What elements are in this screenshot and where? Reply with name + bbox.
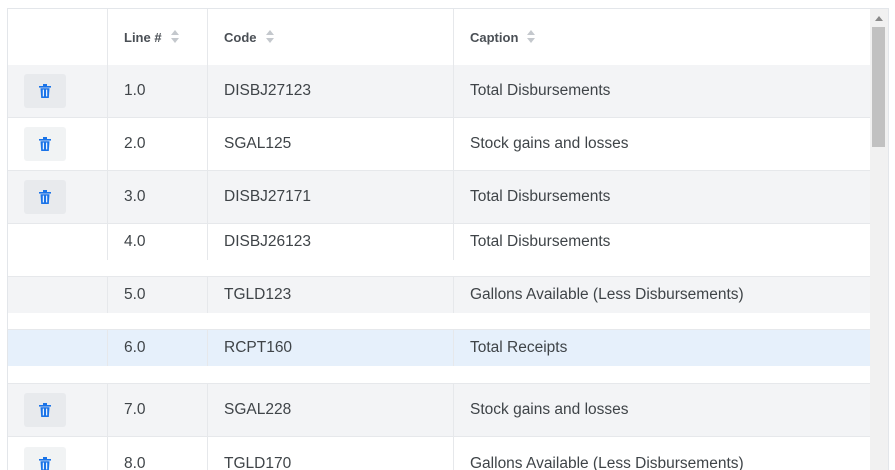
data-grid: Line # Code Caption 1.0 DIS — [7, 8, 889, 470]
code-cell: DISBJ26123 — [207, 224, 453, 260]
trash-icon — [39, 403, 51, 417]
grid-scroll-area: Line # Code Caption 1.0 DIS — [8, 9, 870, 470]
sort-icon[interactable] — [170, 29, 180, 45]
code-cell: RCPT160 — [207, 330, 453, 366]
line-number-cell: 7.0 — [107, 384, 207, 436]
caption-cell: Total Disbursements — [453, 65, 870, 117]
line-number-cell: 1.0 — [107, 65, 207, 117]
trash-icon — [39, 137, 51, 151]
row-actions-cell — [8, 65, 107, 117]
delete-button[interactable] — [24, 447, 66, 470]
header-code-label: Code — [224, 30, 257, 45]
caption-cell: Total Disbursements — [453, 171, 870, 223]
line-number-cell: 8.0 — [107, 437, 207, 470]
row-actions-cell — [8, 384, 107, 436]
sort-icon[interactable] — [265, 29, 275, 45]
row-actions-cell — [8, 277, 107, 313]
header-line-number[interactable]: Line # — [107, 9, 207, 65]
table-row[interactable]: 3.0 DISBJ27171 Total Disbursements — [8, 171, 870, 224]
row-actions-cell — [8, 224, 107, 260]
trash-icon — [39, 457, 51, 470]
header-actions — [8, 9, 107, 65]
delete-button[interactable] — [24, 74, 66, 108]
code-cell: DISBJ27171 — [207, 171, 453, 223]
table-row[interactable]: 8.0 TGLD170 Gallons Available (Less Disb… — [8, 437, 870, 470]
caption-cell: Stock gains and losses — [453, 118, 870, 170]
table-row[interactable]: 6.0 RCPT160 Total Receipts — [8, 330, 870, 366]
code-cell: TGLD170 — [207, 437, 453, 470]
code-cell: TGLD123 — [207, 277, 453, 313]
line-number-cell: 5.0 — [107, 277, 207, 313]
header-code[interactable]: Code — [207, 9, 453, 65]
line-number-cell: 3.0 — [107, 171, 207, 223]
header-line-number-label: Line # — [124, 30, 162, 45]
row-actions-cell — [8, 330, 107, 366]
caption-cell: Gallons Available (Less Disbursements) — [453, 437, 870, 470]
caption-cell: Stock gains and losses — [453, 384, 870, 436]
code-cell: DISBJ27123 — [207, 65, 453, 117]
row-actions-cell — [8, 437, 107, 470]
table-row[interactable]: 4.0 DISBJ26123 Total Disbursements — [8, 224, 870, 260]
trash-icon — [39, 190, 51, 204]
delete-button[interactable] — [24, 180, 66, 214]
caption-cell: Total Disbursements — [453, 224, 870, 260]
code-cell: SGAL125 — [207, 118, 453, 170]
delete-button[interactable] — [24, 127, 66, 161]
scroll-up-arrow-icon[interactable] — [875, 16, 883, 21]
caption-cell: Gallons Available (Less Disbursements) — [453, 277, 870, 313]
table-row[interactable]: 1.0 DISBJ27123 Total Disbursements — [8, 65, 870, 118]
scrollbar-thumb[interactable] — [872, 27, 885, 147]
table-row[interactable]: 5.0 TGLD123 Gallons Available (Less Disb… — [8, 277, 870, 313]
row-actions-cell — [8, 118, 107, 170]
line-number-cell: 6.0 — [107, 330, 207, 366]
line-number-cell: 4.0 — [107, 224, 207, 260]
grid-header: Line # Code Caption — [8, 9, 870, 66]
table-row[interactable]: 7.0 SGAL228 Stock gains and losses — [8, 384, 870, 437]
vertical-scrollbar[interactable] — [870, 9, 888, 470]
code-cell: SGAL228 — [207, 384, 453, 436]
row-actions-cell — [8, 171, 107, 223]
table-row[interactable]: 2.0 SGAL125 Stock gains and losses — [8, 118, 870, 171]
header-caption-label: Caption — [470, 30, 518, 45]
trash-icon — [39, 84, 51, 98]
sort-icon[interactable] — [526, 29, 536, 45]
line-number-cell: 2.0 — [107, 118, 207, 170]
delete-button[interactable] — [24, 393, 66, 427]
caption-cell: Total Receipts — [453, 330, 870, 366]
header-caption[interactable]: Caption — [453, 9, 870, 65]
